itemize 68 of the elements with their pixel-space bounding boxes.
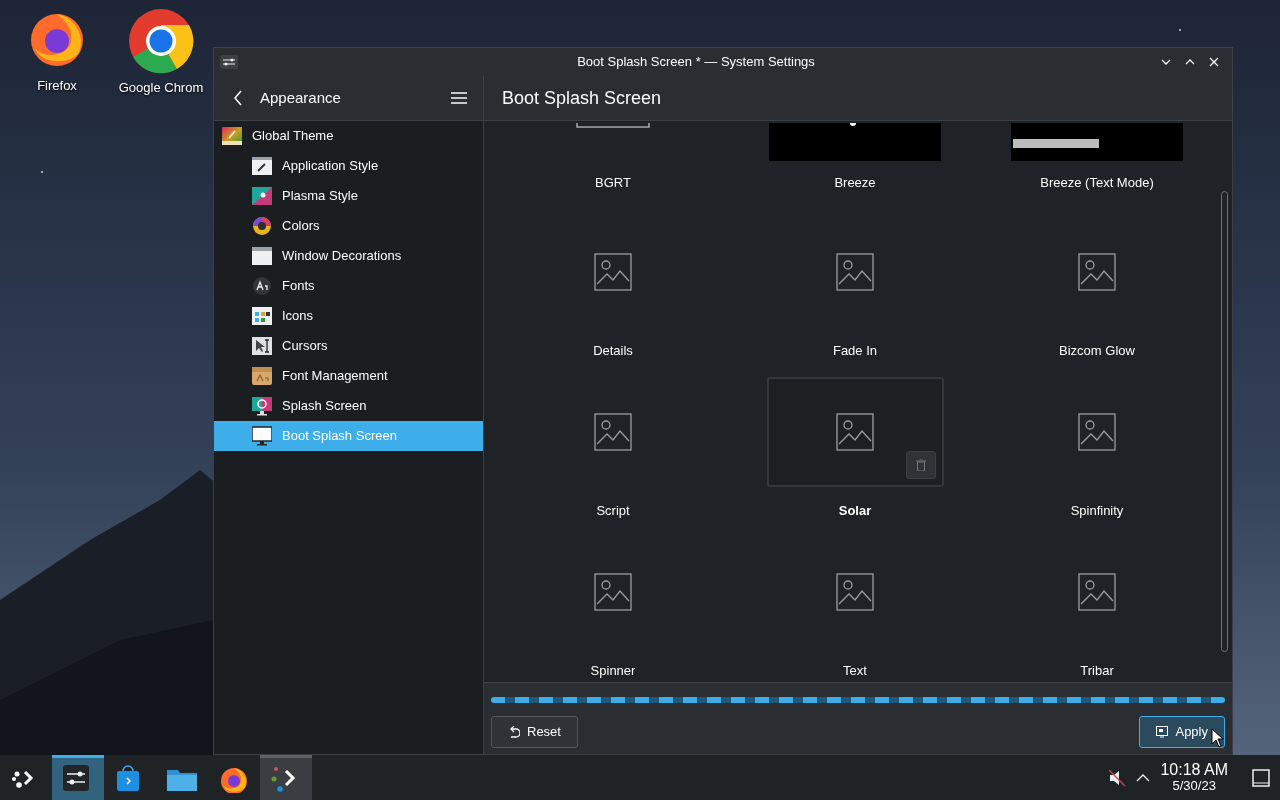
show-desktop-icon[interactable] [1252,768,1270,787]
theme-label: Breeze [834,174,876,192]
sidebar-item[interactable]: Font Management [214,361,483,391]
gradient-square-icon [222,126,242,146]
muted-speaker-icon[interactable] [1108,768,1127,787]
monitor-icon [252,426,272,446]
theme-label: Spinner [590,662,636,680]
taskbar-button[interactable] [52,755,104,800]
theme-label: Text [843,662,867,680]
monitor-icon [252,396,272,416]
cursor-icon [252,336,272,356]
desktop-icon-label[interactable]: Firefox [37,76,77,96]
theme-label: Breeze (Text Mode) [1040,174,1154,192]
sidebar-item[interactable]: Colors [214,211,483,241]
delete-button[interactable] [905,451,936,479]
sidebar-item[interactable]: Global Theme [214,121,483,151]
image-placeholder-icon [594,573,632,611]
image-placeholder-icon [836,573,874,611]
gradient-square-icon [252,186,272,206]
sidebar-item[interactable]: Plasma Style [214,181,483,211]
desktop-icon-label[interactable]: Google Chrom [118,78,204,98]
font-icon [252,276,272,296]
menu-icon [451,91,467,105]
window-icon [252,246,272,266]
clock-date[interactable]: 5/30/23 [1160,779,1228,793]
reset-button[interactable]: Reset [491,716,578,748]
apply-button[interactable]: Apply [1139,716,1225,748]
monitor-icon [1156,726,1169,738]
image-placeholder-icon [1078,253,1116,291]
image-placeholder-icon [836,253,874,291]
theme-label: Bizcom Glow [1059,342,1135,360]
image-placeholder-icon [594,413,632,451]
back-icon [233,90,243,106]
theme-label: Details [593,342,633,360]
sidebar-title: Appearance [260,87,342,108]
theme-label: Spinfinity [1070,502,1124,520]
theme-label: Tribar [1080,662,1114,680]
page-title: Boot Splash Screen [484,76,1232,121]
image-placeholder-icon [594,253,632,291]
window-title: Boot Splash Screen * — System Settings [576,53,816,72]
grid-icon [252,306,272,326]
mouse-pointer-icon [1211,728,1225,748]
undo-icon [508,726,520,738]
chrome-icon[interactable] [128,8,194,74]
sidebar-item[interactable]: Fonts [214,271,483,301]
theme-label: Fade In [832,342,878,360]
image-placeholder-icon [1078,573,1116,611]
theme-label: Script [596,502,630,520]
trash-icon [915,459,926,471]
image-placeholder-icon [1078,413,1116,451]
clock-time[interactable]: 10:18 AM [1160,762,1228,780]
sidebar-item[interactable]: Cursors [214,331,483,361]
sidebar-item[interactable]: Splash Screen [214,391,483,421]
settings-app-icon [220,55,238,69]
close-icon [1208,56,1220,68]
theme-label: BGRT [595,174,631,192]
chevron-up-icon[interactable] [1136,773,1151,782]
color-wheel-icon [252,216,272,236]
window-brush-icon [252,156,272,176]
theme-label: Solar [838,502,872,520]
sidebar-item[interactable]: Application Style [214,151,483,181]
firefox-icon [219,765,249,793]
box-icon [252,366,272,386]
sidebar-item[interactable]: Icons [214,301,483,331]
sidebar-item[interactable]: Window Decorations [214,241,483,271]
frame-icon [576,123,650,129]
theme-thumbnail[interactable] [766,377,944,487]
image-placeholder-icon [836,413,874,451]
